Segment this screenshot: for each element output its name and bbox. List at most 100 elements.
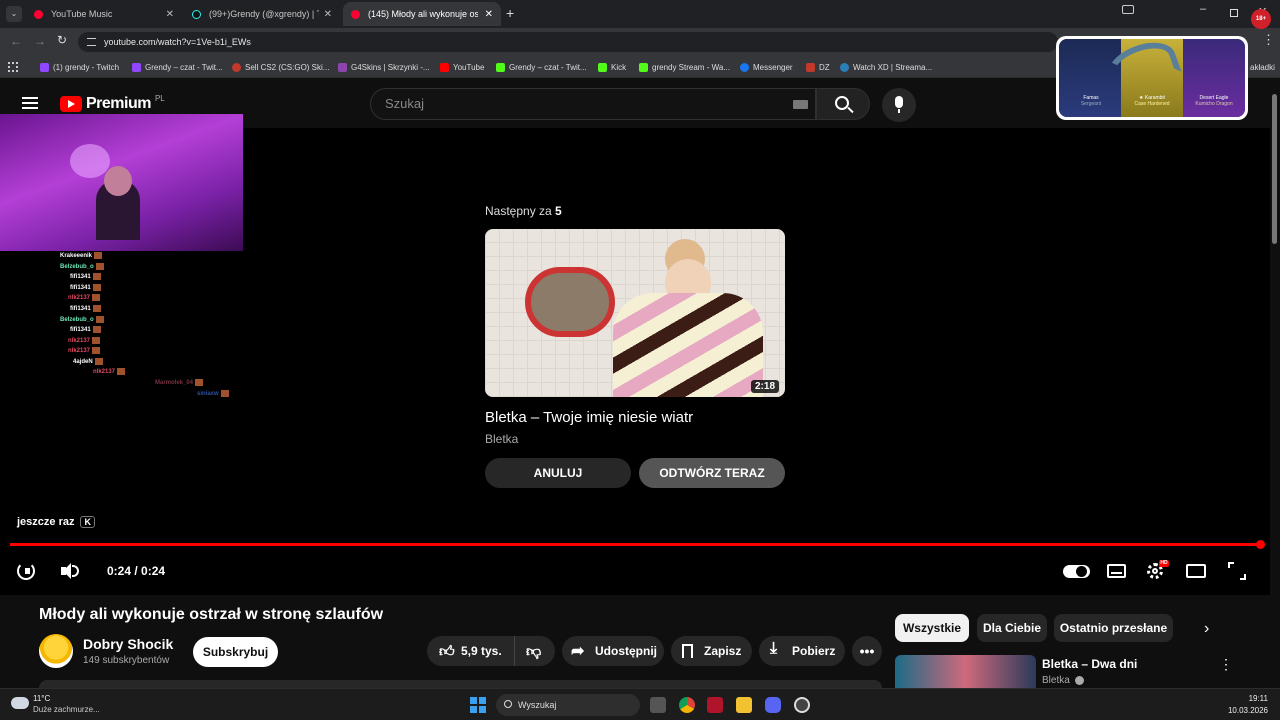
- bookmark-item[interactable]: Watch XD | Streama...: [840, 56, 932, 78]
- up-next-label: Następny za 5: [485, 204, 562, 218]
- browser-tab-active[interactable]: (145) Młody ali wykonuje ostrza ✕: [343, 2, 501, 26]
- watchxd-icon: [840, 62, 849, 72]
- weather-temperature: 11°C: [33, 694, 51, 703]
- progress-scrubber[interactable]: [1256, 540, 1265, 549]
- tab-close-icon[interactable]: ✕: [485, 9, 493, 20]
- bookmark-item[interactable]: YouTube: [440, 56, 484, 78]
- bookmark-item[interactable]: grendy Stream - Wa...: [639, 56, 730, 78]
- app-circle-icon[interactable]: [794, 697, 810, 713]
- tab-close-icon[interactable]: ✕: [324, 9, 332, 20]
- start-windows-icon[interactable]: [470, 697, 486, 713]
- twitch-icon: [40, 62, 49, 72]
- youtube-favicon-icon: [351, 9, 360, 19]
- apps-grid-icon[interactable]: [8, 62, 18, 72]
- weather-cloud-icon[interactable]: [11, 697, 29, 709]
- subscribe-button[interactable]: Subskrybuj: [193, 637, 278, 667]
- bookmark-item[interactable]: Messenger: [740, 56, 793, 78]
- subtitles-icon[interactable]: [1106, 560, 1128, 582]
- address-url: youtube.com/watch?v=1Ve-b1i_EWs: [104, 37, 251, 47]
- chevron-right-icon[interactable]: ›: [1204, 620, 1209, 638]
- download-icon: ⤓: [770, 640, 778, 657]
- autoplay-toggle-icon[interactable]: [1063, 560, 1090, 582]
- address-bar[interactable]: youtube.com/watch?v=1Ve-b1i_EWs: [78, 32, 1058, 52]
- like-button[interactable]: 👍︎ 5,9 tys.: [427, 636, 515, 666]
- download-button[interactable]: ⤓ Pobierz: [759, 636, 845, 666]
- task-view-icon[interactable]: [650, 697, 666, 713]
- up-next-title[interactable]: Bletka – Twoje imię niesie wiatr: [485, 409, 693, 426]
- chrome-icon[interactable]: [679, 697, 695, 713]
- dislike-button[interactable]: 👎︎: [515, 636, 555, 666]
- chat-user: nlk2137: [68, 294, 101, 301]
- browser-menu-icon[interactable]: ⋮: [1262, 32, 1275, 48]
- youtube-icon: [440, 62, 449, 72]
- chip-for-you[interactable]: Dla Ciebie: [977, 614, 1047, 642]
- chat-user: Krakeeenik: [60, 252, 103, 259]
- youtube-premium-logo[interactable]: Premium PL: [60, 94, 165, 113]
- fullscreen-icon[interactable]: [1226, 560, 1248, 582]
- chip-recently-uploaded[interactable]: Ostatnio przesłane: [1054, 614, 1173, 642]
- replay-icon[interactable]: [15, 560, 37, 582]
- play-now-button[interactable]: ODTWÓRZ TERAZ: [639, 458, 785, 488]
- recommendation-thumbnail[interactable]: [895, 655, 1036, 688]
- recommendation-channel: Bletka: [1042, 675, 1084, 686]
- skins-overlay-ad[interactable]: Famas Sergeant ★ Karambit Case Hardened De…: [1056, 36, 1248, 120]
- chat-user: Belzebub_o: [60, 263, 104, 270]
- window-cast-icon[interactable]: [1122, 5, 1134, 14]
- discord-icon[interactable]: [765, 697, 781, 713]
- bookmark-item[interactable]: DZ: [806, 56, 830, 78]
- facebook-icon: [740, 62, 749, 72]
- bookmark-item[interactable]: Grendy – czat - Twit...: [496, 56, 587, 78]
- bookmark-item[interactable]: Sell CS2 (CS:GO) Ski...: [232, 56, 329, 78]
- bookmark-item[interactable]: Kick: [598, 56, 626, 78]
- voice-search-button[interactable]: [882, 88, 916, 122]
- search-button[interactable]: [816, 88, 870, 120]
- progress-bar[interactable]: [10, 543, 1260, 546]
- replay-tooltip: jeszcze raz K: [17, 516, 95, 528]
- settings-gear-icon[interactable]: HD: [1145, 560, 1169, 582]
- all-bookmarks[interactable]: akładki: [1250, 56, 1275, 78]
- forward-arrow-icon[interactable]: →: [34, 34, 46, 48]
- browser-tab[interactable]: YouTube Music ✕: [26, 2, 182, 26]
- tab-close-icon[interactable]: ✕: [166, 9, 174, 20]
- hamburger-menu-icon[interactable]: [22, 97, 38, 109]
- description-box[interactable]: [39, 680, 882, 688]
- more-actions-button[interactable]: •••: [852, 636, 882, 666]
- file-explorer-icon[interactable]: [736, 697, 752, 713]
- profile-avatar[interactable]: 18+: [1251, 9, 1271, 29]
- keyboard-icon[interactable]: [793, 100, 808, 109]
- chat-user: fifi1341: [70, 284, 101, 291]
- share-button[interactable]: ➦ Udostępnij: [562, 636, 664, 666]
- reload-icon[interactable]: ↻: [57, 33, 67, 47]
- weather-description: Duże zachmurze...: [33, 705, 100, 714]
- video-player[interactable]: Krakeeenik Belzebub_o fifi1341 fifi1341 …: [0, 114, 1270, 595]
- channel-avatar[interactable]: [39, 634, 73, 668]
- bookmark-item[interactable]: Grendy – czat - Twit...: [132, 56, 223, 78]
- cancel-autoplay-button[interactable]: ANULUJ: [485, 458, 631, 488]
- maximize-window-icon[interactable]: [1230, 9, 1238, 17]
- recommendation-title[interactable]: Bletka – Dwa dni: [1042, 657, 1137, 671]
- save-button[interactable]: Zapisz: [671, 636, 752, 666]
- up-next-thumbnail[interactable]: 2:18: [485, 229, 785, 397]
- tab-search-chevron-icon[interactable]: ⌄: [6, 6, 22, 22]
- chip-all[interactable]: Wszystkie: [895, 614, 969, 642]
- recommendation-menu-icon[interactable]: ⋮: [1219, 656, 1233, 673]
- minimize-window-icon[interactable]: –: [1200, 3, 1206, 15]
- browser-tab[interactable]: (99+)Grendy (@xgrendy) | TikTo ✕: [184, 2, 340, 26]
- search-input[interactable]: Szukaj: [370, 88, 816, 120]
- theater-mode-icon[interactable]: [1186, 560, 1208, 582]
- new-tab-plus-icon[interactable]: +: [506, 5, 514, 21]
- chat-user: fifi1341: [70, 305, 101, 312]
- taskbar-search[interactable]: Wyszukaj: [496, 694, 640, 716]
- channel-name[interactable]: Dobry Shocik: [83, 636, 173, 652]
- chat-user: nlk2137: [93, 368, 126, 375]
- bookmark-item[interactable]: G4Skins | Skrzynki -...: [338, 56, 430, 78]
- volume-icon[interactable]: [59, 560, 81, 582]
- back-arrow-icon[interactable]: ←: [10, 34, 22, 48]
- verified-icon: [1074, 676, 1084, 685]
- bookmark-item[interactable]: (1) grendy - Twitch: [40, 56, 119, 78]
- chat-user: 4ajdeN: [73, 358, 103, 365]
- page-scrollbar[interactable]: [1270, 84, 1280, 688]
- site-info-icon[interactable]: [87, 38, 96, 46]
- app-a-icon[interactable]: [707, 697, 723, 713]
- skins-site-icon: [232, 62, 241, 72]
